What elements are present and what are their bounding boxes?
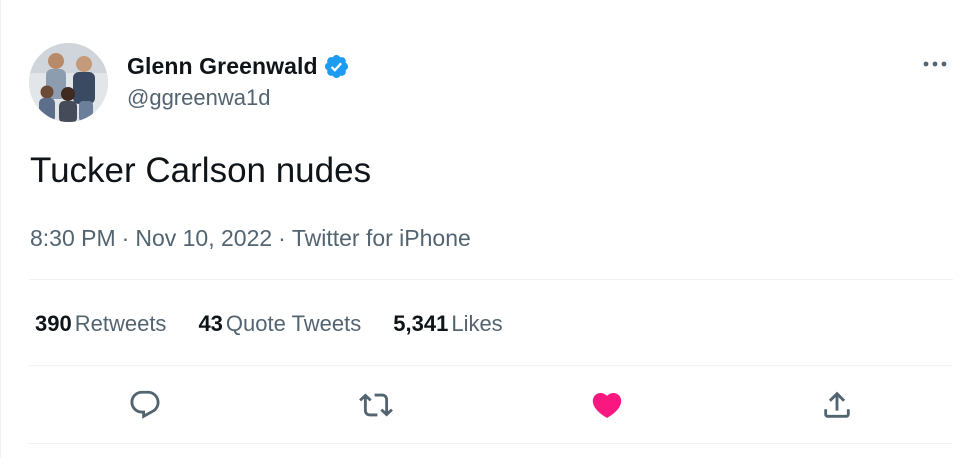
retweets-stat-link[interactable]: 390 Retweets <box>35 309 166 339</box>
like-button[interactable] <box>582 380 632 430</box>
retweet-button[interactable] <box>351 380 401 430</box>
avatar-photo <box>29 43 108 122</box>
verified-badge-icon <box>323 53 350 80</box>
author-block: Glenn Greenwald @ggreenwa1d <box>127 51 350 113</box>
divider-top <box>29 279 953 280</box>
tweet-timestamp-date[interactable]: Nov 10, 2022 <box>135 225 272 251</box>
likes-count: 5,341 <box>393 311 449 336</box>
quote-tweets-count: 43 <box>198 311 223 336</box>
tweet-source-link[interactable]: Twitter for iPhone <box>292 225 471 251</box>
divider-middle <box>29 365 953 366</box>
tweet-meta: 8:30 PM · Nov 10, 2022 · Twitter for iPhone <box>30 223 471 253</box>
share-button[interactable] <box>812 380 862 430</box>
meta-separator: · <box>121 225 130 251</box>
tweet-text: Tucker Carlson nudes <box>30 151 372 190</box>
tweet-action-bar <box>29 380 953 430</box>
quote-tweets-label: Quote Tweets <box>225 311 362 336</box>
share-icon <box>824 391 850 418</box>
author-handle[interactable]: @ggreenwa1d <box>127 83 350 113</box>
author-name[interactable]: Glenn Greenwald <box>127 53 318 80</box>
reply-icon <box>130 390 160 419</box>
tweet-timestamp-time[interactable]: 8:30 PM <box>30 225 116 251</box>
more-options-button[interactable] <box>920 52 950 76</box>
quote-tweets-stat-link[interactable]: 43 Quote Tweets <box>198 309 361 339</box>
likes-stat-link[interactable]: 5,341 Likes <box>393 309 502 339</box>
more-horizontal-icon <box>923 61 947 67</box>
tweet-card: Glenn Greenwald @ggreenwa1d Tucker Carls… <box>0 0 980 458</box>
author-avatar[interactable] <box>29 43 108 122</box>
retweet-icon <box>359 393 393 417</box>
likes-label: Likes <box>451 311 503 336</box>
meta-separator: · <box>278 225 286 251</box>
tweet-stats: 390 Retweets 43 Quote Tweets 5,341 Likes <box>35 309 535 339</box>
retweets-label: Retweets <box>74 311 167 336</box>
divider-bottom <box>29 443 953 444</box>
heart-filled-icon <box>592 392 622 418</box>
retweets-count: 390 <box>35 311 72 336</box>
reply-button[interactable] <box>120 380 170 430</box>
